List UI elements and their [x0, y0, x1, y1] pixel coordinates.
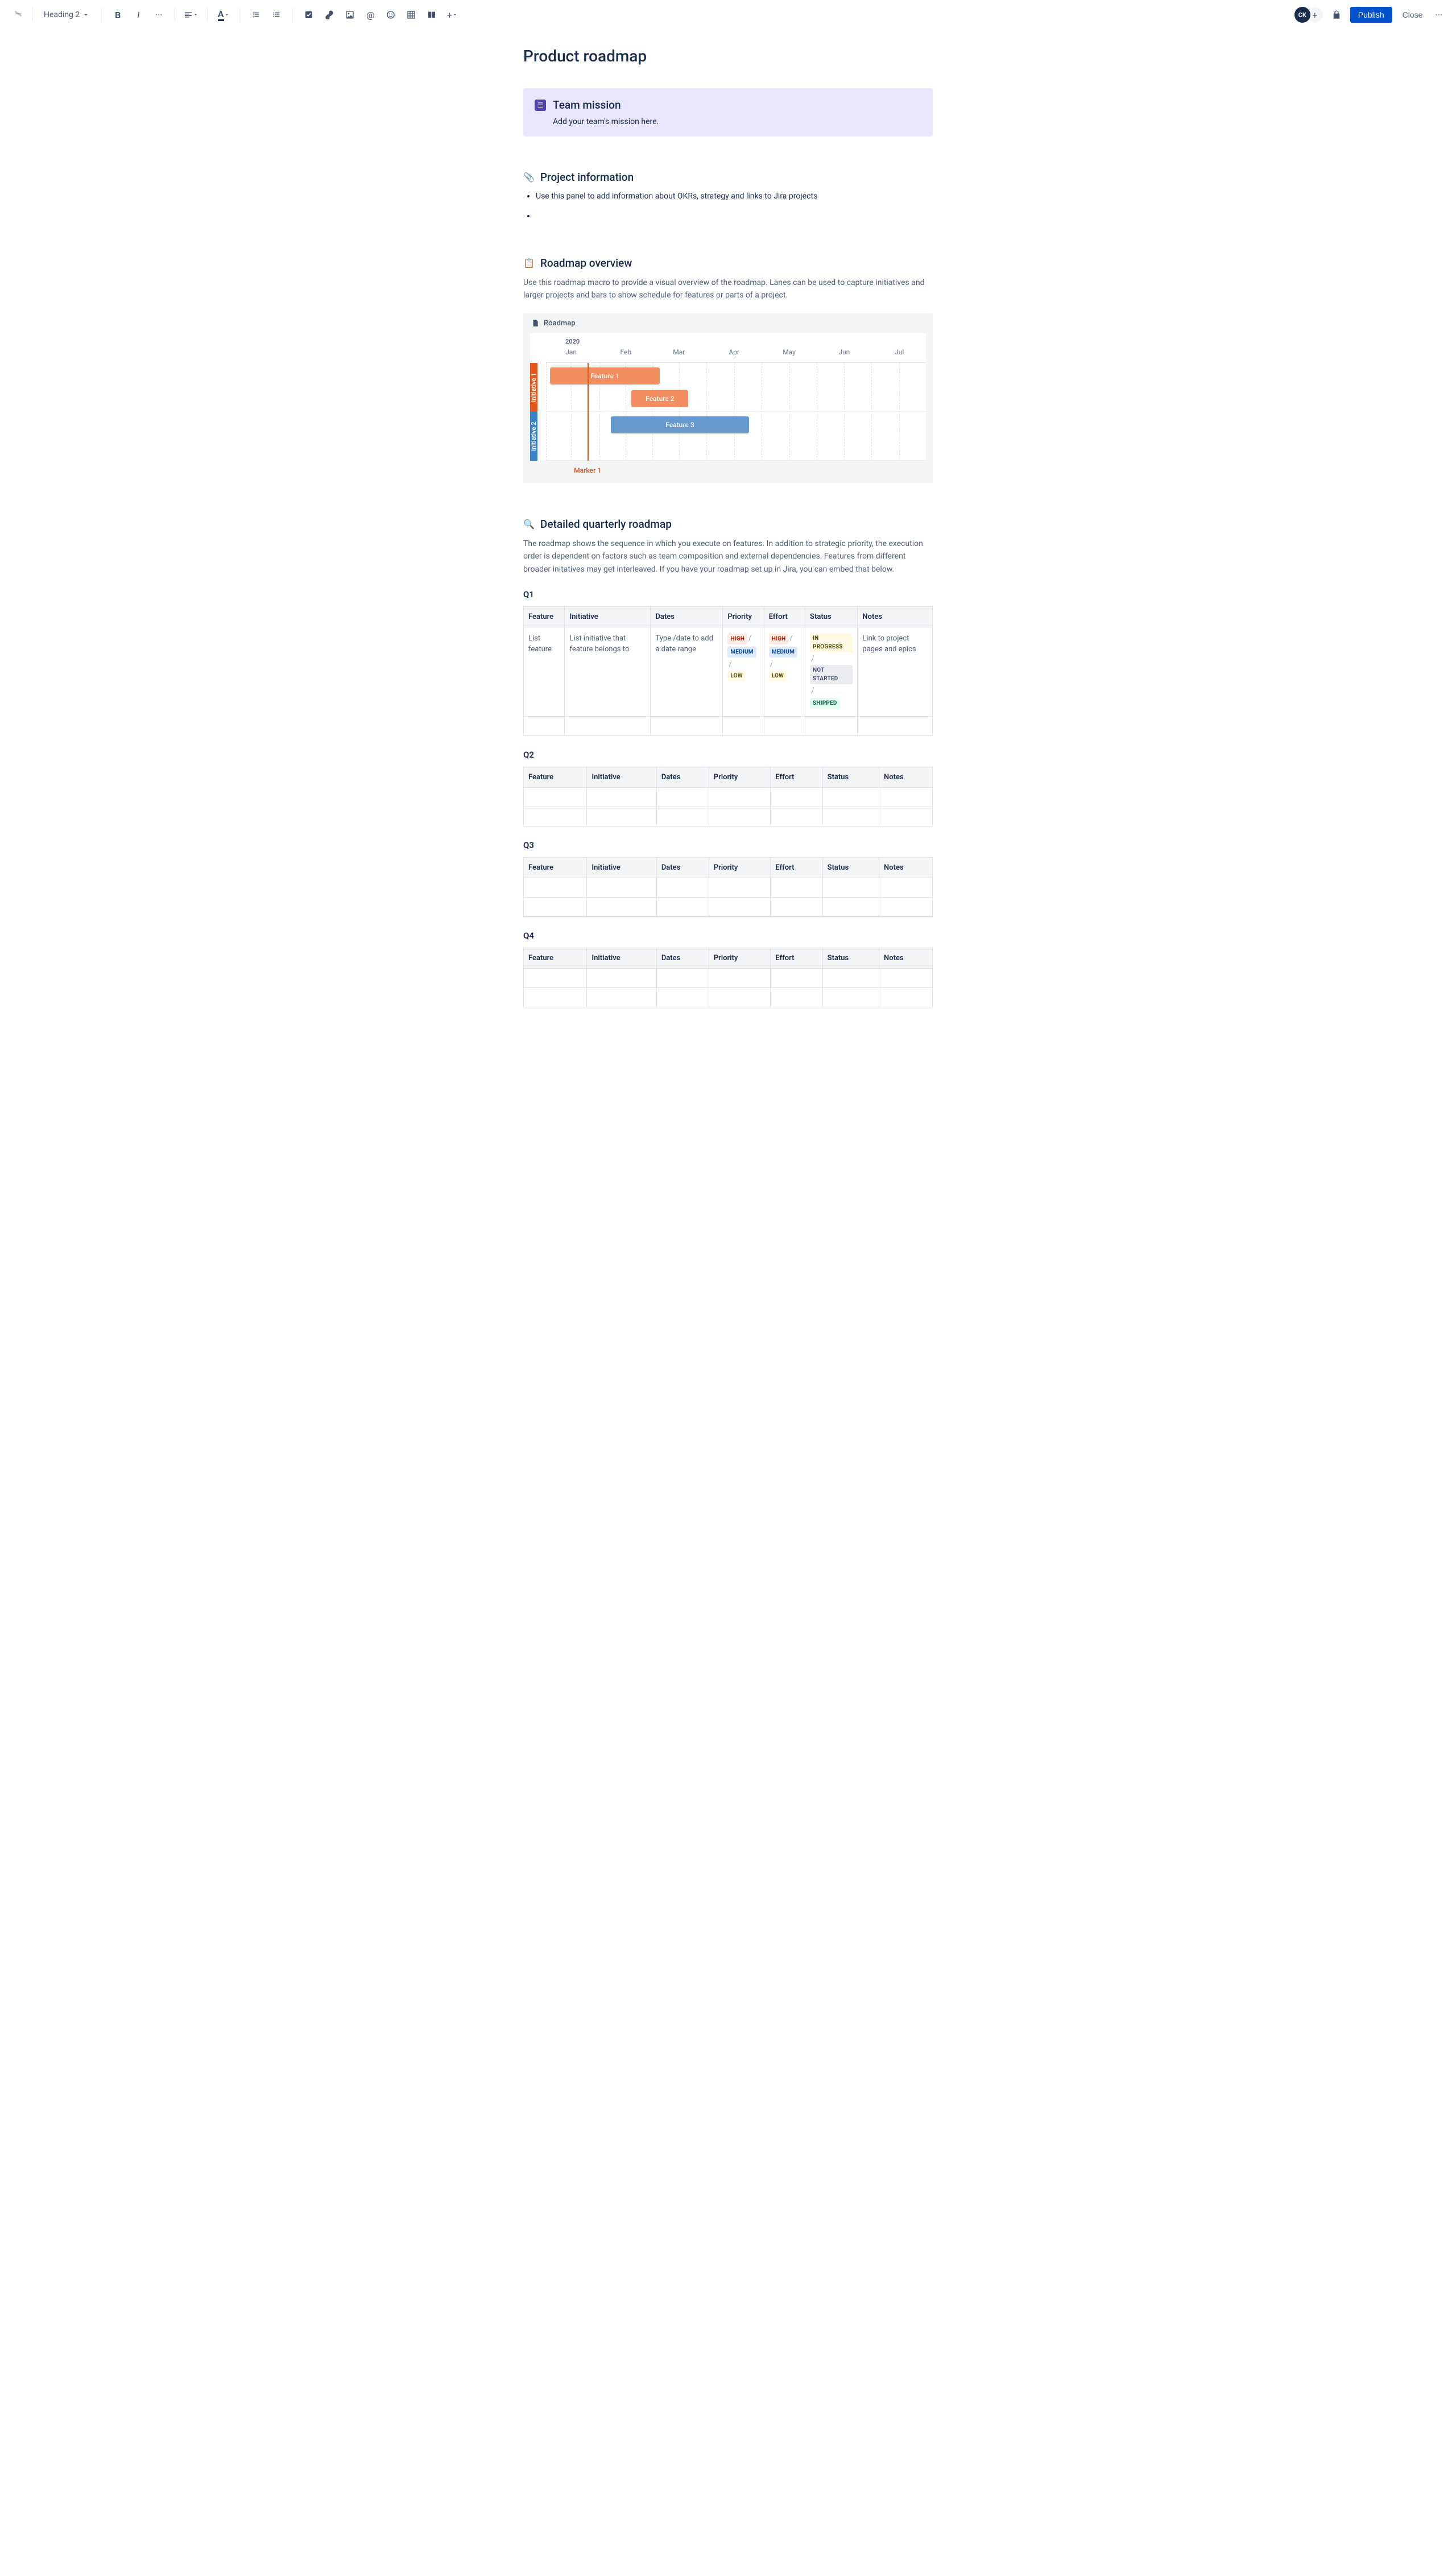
layouts-button[interactable] — [423, 6, 441, 24]
roadmap-macro[interactable]: Roadmap 2020 Jan Feb Mar Apr May Jun Jul… — [523, 313, 933, 483]
cell-feature[interactable]: List feature — [524, 627, 565, 716]
table-row-empty — [524, 807, 933, 826]
list-item-empty — [536, 210, 933, 222]
table-row-empty — [524, 897, 933, 916]
bullet-list-button[interactable] — [247, 6, 265, 24]
q1-heading[interactable]: Q1 — [523, 589, 933, 600]
cell-notes[interactable]: Link to project pages and epics — [858, 627, 933, 716]
cell-priority[interactable]: HIGH/ MEDIUM/ LOW — [723, 627, 764, 716]
editor-toolbar: Heading 2 B I ··· A @ + CK + Publish Clo… — [0, 0, 1456, 30]
project-info-heading[interactable]: 📎 Project information — [523, 171, 933, 184]
month-apr: Apr — [729, 348, 739, 356]
table-row: List feature List initiative that featur… — [524, 627, 933, 716]
col-notes: Notes — [858, 606, 933, 627]
permissions-icon[interactable] — [1327, 6, 1346, 24]
cell-effort[interactable]: HIGH/ MEDIUM/ LOW — [764, 627, 805, 716]
col-priority: Priority — [723, 606, 764, 627]
month-jun: Jun — [838, 348, 850, 356]
q4-table[interactable]: FeatureInitiativeDates PriorityEffortSta… — [523, 948, 933, 1007]
col-dates: Dates — [651, 606, 723, 627]
mention-button[interactable]: @ — [361, 6, 379, 24]
confluence-logo-icon — [11, 7, 25, 23]
link-button[interactable] — [320, 6, 338, 24]
user-avatar[interactable]: CK — [1294, 7, 1310, 23]
emoji-button[interactable] — [382, 6, 400, 24]
feature-bar-2[interactable]: Feature 2 — [631, 390, 688, 407]
col-feature: Feature — [524, 606, 565, 627]
table-row-empty — [524, 987, 933, 1007]
month-feb: Feb — [620, 348, 631, 356]
panel-title: Team mission — [553, 98, 621, 111]
feature-bar-3[interactable]: Feature 3 — [611, 416, 750, 433]
marker-label: Marker 1 — [574, 466, 601, 474]
roadmap-card-title: Roadmap — [544, 319, 576, 328]
separator — [101, 8, 102, 22]
q1-table[interactable]: Feature Initiative Dates Priority Effort… — [523, 606, 933, 736]
q3-table[interactable]: FeatureInitiativeDates PriorityEffortSta… — [523, 857, 933, 917]
project-info-list[interactable]: Use this panel to add information about … — [523, 191, 933, 222]
publish-button[interactable]: Publish — [1350, 7, 1392, 23]
chevron-down-icon — [82, 11, 90, 19]
table-row-empty — [524, 968, 933, 987]
page-icon — [531, 319, 539, 327]
q2-heading[interactable]: Q2 — [523, 750, 933, 760]
separator — [207, 8, 208, 22]
bold-button[interactable]: B — [109, 6, 127, 24]
clipboard-icon: 📋 — [523, 258, 535, 268]
insert-button[interactable]: + — [443, 6, 461, 24]
cell-initiative[interactable]: List initiative that feature belongs to — [565, 627, 651, 716]
text-style-label: Heading 2 — [44, 10, 80, 19]
q3-heading[interactable]: Q3 — [523, 840, 933, 850]
more-menu-button[interactable]: ··· — [1433, 7, 1445, 23]
year-label: 2020 — [565, 338, 580, 345]
feature-bar-1[interactable]: Feature 1 — [550, 367, 660, 385]
numbered-list-button[interactable] — [267, 6, 286, 24]
detailed-roadmap-body[interactable]: The roadmap shows the sequence in which … — [523, 538, 933, 576]
separator — [292, 8, 293, 22]
month-jan: Jan — [565, 348, 577, 356]
timeline-header: 2020 Jan Feb Mar Apr May Jun Jul — [546, 333, 926, 363]
table-button[interactable] — [402, 6, 420, 24]
paperclip-icon: 📎 — [523, 172, 535, 183]
magnifier-icon: 🔍 — [523, 519, 535, 530]
close-button[interactable]: Close — [1397, 7, 1429, 23]
image-button[interactable] — [341, 6, 359, 24]
q2-table[interactable]: FeatureInitiativeDates PriorityEffortSta… — [523, 767, 933, 826]
col-effort: Effort — [764, 606, 805, 627]
col-initiative: Initiative — [565, 606, 651, 627]
page-content: Product roadmap ☰ Team mission Add your … — [512, 30, 944, 1064]
italic-button[interactable]: I — [129, 6, 147, 24]
separator — [239, 8, 240, 22]
table-row-empty — [524, 787, 933, 807]
note-panel-icon: ☰ — [535, 100, 546, 111]
roadmap-overview-heading[interactable]: 📋 Roadmap overview — [523, 257, 933, 270]
detailed-roadmap-heading[interactable]: 🔍 Detailed quarterly roadmap — [523, 518, 933, 531]
table-row-empty — [524, 716, 933, 735]
list-item: Use this panel to add information about … — [536, 191, 933, 202]
action-item-button[interactable] — [300, 6, 318, 24]
text-style-select[interactable]: Heading 2 — [39, 8, 94, 22]
month-jul: Jul — [895, 348, 904, 356]
team-mission-panel[interactable]: ☰ Team mission Add your team's mission h… — [523, 88, 933, 137]
q4-heading[interactable]: Q4 — [523, 931, 933, 941]
text-color-button[interactable]: A — [214, 6, 233, 24]
page-title[interactable]: Product roadmap — [523, 47, 933, 65]
align-button[interactable] — [182, 6, 200, 24]
more-formatting-button[interactable]: ··· — [150, 6, 168, 24]
month-may: May — [783, 348, 796, 356]
month-mar: Mar — [673, 348, 685, 356]
roadmap-overview-body[interactable]: Use this roadmap macro to provide a visu… — [523, 276, 933, 302]
table-row-empty — [524, 878, 933, 897]
panel-body: Add your team's mission here. — [535, 117, 923, 126]
col-status: Status — [805, 606, 858, 627]
track-initiative-1: Feature 1 Feature 2 — [546, 363, 926, 412]
cell-status[interactable]: IN PROGRESS/ NOT STARTED/ SHIPPED — [805, 627, 858, 716]
lane-initiative-1[interactable]: Initiative 1 — [530, 363, 537, 412]
marker-line — [588, 363, 589, 461]
cell-dates[interactable]: Type /date to add a date range — [651, 627, 723, 716]
track-initiative-2: Feature 3 — [546, 412, 926, 461]
lane-initiative-2[interactable]: Initiative 2 — [530, 412, 537, 461]
